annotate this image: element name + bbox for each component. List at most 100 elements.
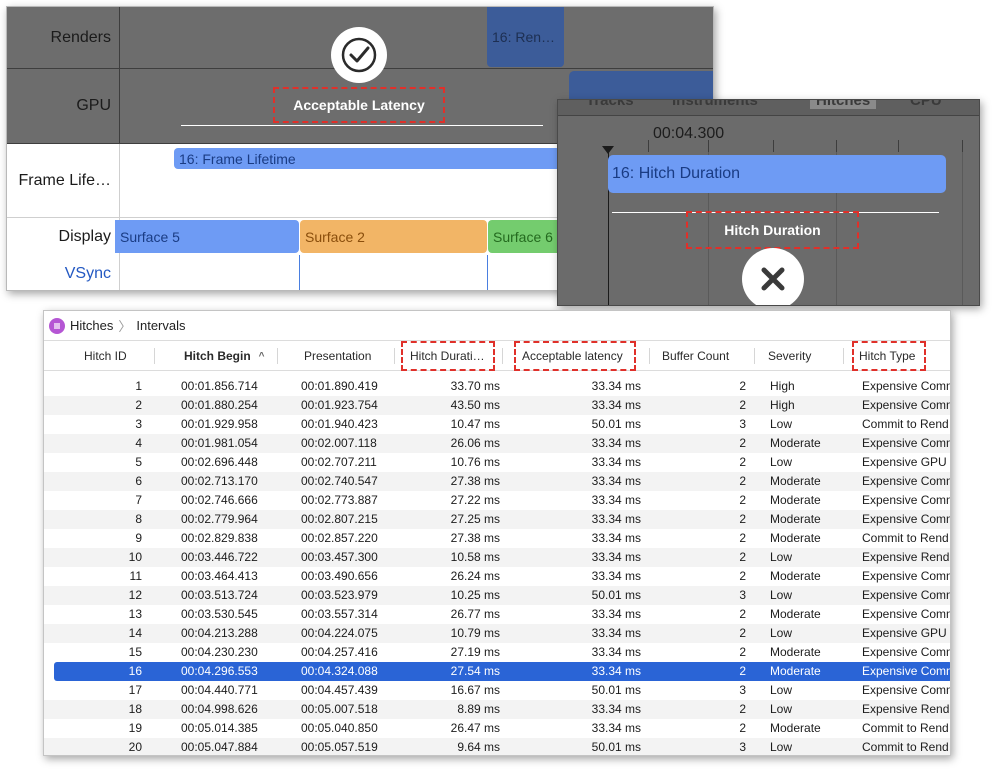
table-row[interactable]: 17 00:04.440.771 00:04.457.439 16.67 ms 50.0… <box>44 681 951 700</box>
column-divider[interactable] <box>502 348 503 364</box>
acceptable-latency-column-callout <box>514 341 636 371</box>
table-row[interactable]: 15 00:04.230.230 00:04.257.416 27.19 ms 33.3… <box>44 643 950 662</box>
cell-presentation: 00:02.707.211 <box>301 455 377 469</box>
cell-presentation: 00:05.057.519 <box>301 740 378 754</box>
cell-acceptable-latency: 33.34 ms <box>591 607 641 621</box>
column-divider[interactable] <box>154 348 155 364</box>
cell-hitch-id: 11 <box>129 569 142 583</box>
table-row[interactable]: 16 00:04.296.553 00:04.324.088 27.54 ms 33.3… <box>54 662 950 681</box>
table-row[interactable]: 2 00:01.880.254 00:01.923.754 43.50 ms 33.34… <box>44 396 950 415</box>
cell-buffer-count: 2 <box>739 626 746 640</box>
hitch-duration-column-callout <box>401 341 495 371</box>
table-row[interactable]: 10 00:03.446.722 00:03.457.300 10.58 ms 33.3… <box>44 548 950 567</box>
cell-severity: Low <box>770 455 793 469</box>
ruler-tick <box>898 140 899 152</box>
ruler-time-label: 00:04.300 <box>653 125 725 142</box>
cell-presentation: 00:02.773.887 <box>301 493 378 507</box>
column-header-hitch-id[interactable]: Hitch ID <box>84 341 127 371</box>
cell-severity: Low <box>770 702 793 716</box>
playhead-handle[interactable] <box>602 146 614 154</box>
cell-hitch-duration: 33.70 ms <box>450 379 500 393</box>
cell-buffer-count: 3 <box>739 740 746 754</box>
cell-hitch-duration: 27.19 ms <box>450 645 500 659</box>
column-header-severity[interactable]: Severity <box>768 341 811 371</box>
column-divider[interactable] <box>394 348 395 364</box>
cell-buffer-count: 2 <box>739 493 746 507</box>
table-row[interactable]: 14 00:04.213.288 00:04.224.075 10.79 ms 33.3… <box>44 624 950 643</box>
column-header-buffer-count[interactable]: Buffer Count <box>662 341 729 371</box>
ruler-tick <box>836 140 837 152</box>
cell-presentation: 00:02.807.215 <box>301 512 378 526</box>
cell-hitch-duration: 26.24 ms <box>450 569 500 583</box>
table-row[interactable]: 19 00:05.014.385 00:05.040.850 26.47 ms 33.3… <box>44 719 950 738</box>
frame-lifetime-bar[interactable]: 16: Frame Lifetime <box>174 148 564 169</box>
column-divider[interactable] <box>277 348 278 364</box>
cell-presentation: 00:03.490.656 <box>301 569 378 583</box>
render-interval-bar[interactable]: 16: Ren… <box>487 7 564 67</box>
breadcrumb-child[interactable]: Intervals <box>136 318 185 333</box>
surface-bar[interactable]: Surface 2 <box>300 220 487 253</box>
table-row[interactable]: 11 00:03.464.413 00:03.490.656 26.24 ms 33.3… <box>44 567 950 586</box>
table-row[interactable]: 3 00:01.929.958 00:01.940.423 10.47 ms 50.01… <box>44 415 950 434</box>
cell-hitch-begin: 00:01.856.714 <box>181 379 258 393</box>
cell-buffer-count: 2 <box>739 379 746 393</box>
cell-presentation: 00:04.324.088 <box>301 664 378 678</box>
toolbar-fragment: Instruments <box>672 99 758 109</box>
cell-buffer-count: 3 <box>739 588 746 602</box>
cell-buffer-count: 3 <box>739 683 746 697</box>
table-row[interactable]: 6 00:02.713.170 00:02.740.547 27.38 ms 33.34… <box>44 472 950 491</box>
column-divider[interactable] <box>843 348 844 364</box>
cell-hitch-duration: 43.50 ms <box>450 398 500 412</box>
breadcrumb-root[interactable]: Hitches <box>70 318 113 333</box>
table-row[interactable]: 7 00:02.746.666 00:02.773.887 27.22 ms 33.34… <box>44 491 950 510</box>
breadcrumb: Hitches 〉 Intervals <box>44 311 950 341</box>
acceptable-latency-callout: Acceptable Latency <box>273 87 445 123</box>
table-row[interactable]: 13 00:03.530.545 00:03.557.314 26.77 ms 33.3… <box>44 605 950 624</box>
cell-hitch-begin: 00:02.746.666 <box>181 493 258 507</box>
surface-bar[interactable]: Surface 6 <box>488 220 564 253</box>
cell-hitch-id: 13 <box>128 607 142 621</box>
grid-line <box>962 152 963 305</box>
cell-buffer-count: 3 <box>739 417 746 431</box>
cell-acceptable-latency: 33.34 ms <box>591 550 641 564</box>
surface-bar[interactable]: Surface 5 <box>115 220 299 253</box>
table-row[interactable]: 8 00:02.779.964 00:02.807.215 27.25 ms 33.34… <box>44 510 950 529</box>
cell-hitch-id: 9 <box>135 531 142 545</box>
cell-presentation: 00:01.940.423 <box>301 417 378 431</box>
cell-hitch-id: 4 <box>135 436 142 450</box>
hitches-table-panel: Hitches 〉 Intervals Hitch ID Hitch Begin… <box>43 310 951 756</box>
cell-hitch-begin: 00:04.998.626 <box>181 702 258 716</box>
cell-hitch-begin: 00:03.513.724 <box>181 588 258 602</box>
table-row[interactable]: 12 00:03.513.724 00:03.523.979 10.25 ms 50.0… <box>44 586 951 605</box>
track-label-renders: Renders <box>7 7 120 68</box>
cell-acceptable-latency: 33.34 ms <box>591 664 641 678</box>
column-header-presentation[interactable]: Presentation <box>304 341 371 371</box>
hitch-duration-panel: Tracks Instruments Hitches CPU 00:04.300… <box>557 99 980 306</box>
ruler-tick <box>708 140 709 152</box>
column-divider[interactable] <box>649 348 650 364</box>
hitch-duration-bar[interactable]: 16: Hitch Duration <box>608 155 946 193</box>
x-circle-icon <box>742 248 804 305</box>
cell-acceptable-latency: 50.01 ms <box>591 417 641 431</box>
cell-acceptable-latency: 33.34 ms <box>591 512 641 526</box>
cell-hitch-type: Commit to Rend <box>862 740 949 754</box>
table-row[interactable]: 5 00:02.696.448 00:02.707.211 10.76 ms 33.34… <box>44 453 950 472</box>
cell-hitch-duration: 27.38 ms <box>450 531 500 545</box>
table-row[interactable]: 9 00:02.829.838 00:02.857.220 27.38 ms 33.34… <box>44 529 950 548</box>
table-row[interactable]: 1 00:01.856.714 00:01.890.419 33.70 ms 33.34… <box>44 377 950 396</box>
cell-buffer-count: 2 <box>739 455 746 469</box>
table-row[interactable]: 20 00:05.047.884 00:05.057.519 9.64 ms 50.01… <box>44 738 950 755</box>
column-divider[interactable] <box>754 348 755 364</box>
table-row[interactable]: 4 00:01.981.054 00:02.007.118 26.06 ms 33.34… <box>44 434 950 453</box>
chevron-right-icon: 〉 <box>118 319 132 334</box>
column-header-hitch-begin[interactable]: Hitch Begin ^ <box>184 341 265 371</box>
cell-presentation: 00:03.523.979 <box>301 588 378 602</box>
cell-hitch-duration: 10.47 ms <box>450 417 500 431</box>
cell-hitch-type: Expensive Comm <box>862 683 951 697</box>
cell-hitch-duration: 27.38 ms <box>450 474 500 488</box>
table-row[interactable]: 18 00:04.998.626 00:05.007.518 8.89 ms 33.34… <box>44 700 950 719</box>
cell-hitch-duration: 8.89 ms <box>457 702 500 716</box>
cell-presentation: 00:03.457.300 <box>301 550 378 564</box>
cell-hitch-type: Expensive Comm <box>862 588 951 602</box>
cell-buffer-count: 2 <box>739 398 746 412</box>
